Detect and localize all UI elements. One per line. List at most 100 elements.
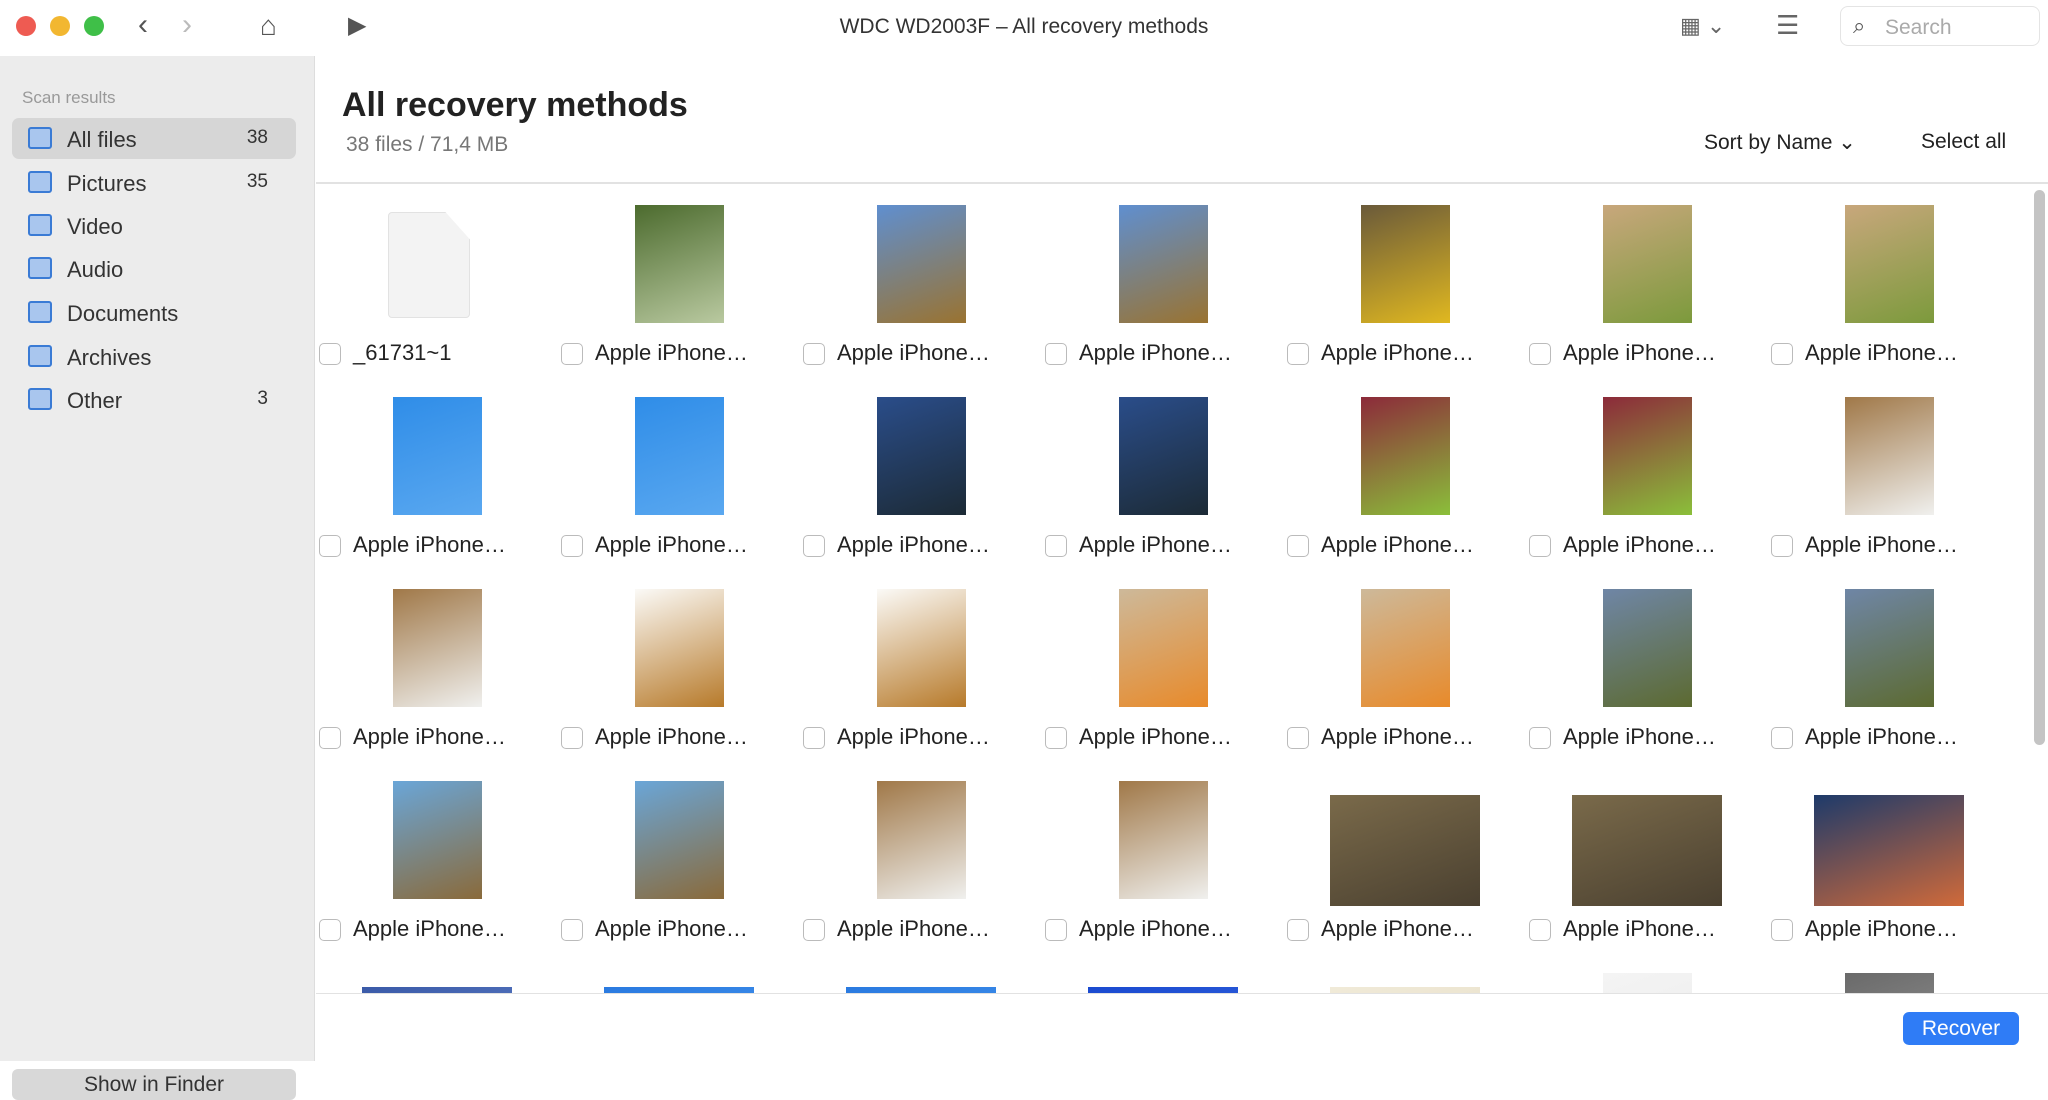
- file-item[interactable]: Apple iPhone…: [1042, 569, 1284, 761]
- file-checkbox[interactable]: [1045, 535, 1067, 557]
- file-checkbox[interactable]: [561, 919, 583, 941]
- recover-button[interactable]: Recover: [1903, 1012, 2019, 1045]
- file-checkbox[interactable]: [1287, 727, 1309, 749]
- file-checkbox[interactable]: [803, 535, 825, 557]
- file-item[interactable]: Apple iPhone…: [1526, 377, 1768, 569]
- file-grid: _61731~1 Apple iPhone… Apple iPhone… Apple …: [316, 185, 2032, 993]
- file-item[interactable]: Apple iPhone…: [1284, 761, 1526, 953]
- file-item[interactable]: Apple iPhone…: [800, 569, 1042, 761]
- file-checkbox[interactable]: [319, 727, 341, 749]
- file-item[interactable]: [316, 953, 558, 993]
- file-item[interactable]: Apple iPhone…: [1526, 761, 1768, 953]
- file-item[interactable]: Apple iPhone…: [800, 761, 1042, 953]
- file-item[interactable]: Apple iPhone…: [1526, 185, 1768, 377]
- file-item[interactable]: Apple iPhone…: [558, 569, 800, 761]
- show-in-finder-button[interactable]: Show in Finder: [12, 1069, 296, 1100]
- file-checkbox[interactable]: [319, 919, 341, 941]
- sidebar-item-all-files[interactable]: All files 38: [12, 118, 296, 159]
- file-item[interactable]: Apple iPhone…: [1284, 569, 1526, 761]
- film-icon: [28, 214, 52, 236]
- photo-thumbnail: [1119, 397, 1208, 515]
- file-checkbox[interactable]: [1529, 919, 1551, 941]
- divider: [316, 182, 2048, 184]
- file-checkbox[interactable]: [561, 727, 583, 749]
- search-input[interactable]: ⌕ Search: [1840, 6, 2040, 46]
- file-checkbox[interactable]: [561, 343, 583, 365]
- sidebar-item-label: Audio: [67, 257, 124, 282]
- file-checkbox[interactable]: [1529, 535, 1551, 557]
- file-checkbox[interactable]: [1771, 727, 1793, 749]
- photo-thumbnail: [1330, 795, 1480, 906]
- file-name: Apple iPhone…: [837, 340, 990, 365]
- file-checkbox[interactable]: [1045, 343, 1067, 365]
- view-mode-icon[interactable]: ▦ ⌄: [1680, 13, 1725, 39]
- sidebar-item-video[interactable]: Video: [12, 205, 296, 246]
- photo-thumbnail: [635, 589, 724, 707]
- sidebar-item-label: All files: [67, 127, 137, 152]
- file-checkbox[interactable]: [319, 535, 341, 557]
- file-checkbox[interactable]: [803, 919, 825, 941]
- file-item[interactable]: Apple iPhone…: [1768, 569, 2010, 761]
- scrollbar[interactable]: [2034, 190, 2045, 745]
- photo-thumbnail: [635, 397, 724, 515]
- sidebar-item-other[interactable]: Other 3: [12, 379, 296, 420]
- file-item[interactable]: _61731~1: [316, 185, 558, 377]
- file-checkbox[interactable]: [1045, 919, 1067, 941]
- file-checkbox[interactable]: [1771, 343, 1793, 365]
- file-item[interactable]: Apple iPhone…: [1042, 185, 1284, 377]
- file-item[interactable]: Apple iPhone…: [1526, 569, 1768, 761]
- sidebar-item-label: Video: [67, 214, 123, 239]
- file-item[interactable]: Apple iPhone…: [316, 569, 558, 761]
- file-item[interactable]: Apple iPhone…: [558, 761, 800, 953]
- file-item[interactable]: [1042, 953, 1284, 993]
- stack-icon: [28, 127, 52, 149]
- file-item[interactable]: Apple iPhone…: [1284, 185, 1526, 377]
- file-checkbox[interactable]: [803, 343, 825, 365]
- file-item[interactable]: [1284, 953, 1526, 993]
- file-checkbox[interactable]: [319, 343, 341, 365]
- sidebar-item-audio[interactable]: Audio: [12, 248, 296, 289]
- file-checkbox[interactable]: [1287, 535, 1309, 557]
- file-name: Apple iPhone…: [837, 532, 990, 557]
- sidebar-item-documents[interactable]: Documents: [12, 292, 296, 333]
- file-checkbox[interactable]: [1529, 343, 1551, 365]
- photo-thumbnail: [393, 781, 482, 899]
- file-item[interactable]: Apple iPhone…: [800, 185, 1042, 377]
- file-item[interactable]: Apple iPhone…: [558, 377, 800, 569]
- file-name: Apple iPhone…: [1805, 532, 1958, 557]
- file-item[interactable]: Apple iPhone…: [316, 377, 558, 569]
- file-item[interactable]: Apple iPhone…: [1768, 185, 2010, 377]
- file-checkbox[interactable]: [1529, 727, 1551, 749]
- filter-sliders-icon[interactable]: ☰: [1776, 10, 1799, 41]
- file-item[interactable]: [1768, 953, 2010, 993]
- photo-thumbnail: [1845, 973, 1934, 993]
- file-item[interactable]: [1526, 953, 1768, 993]
- sidebar-item-archives[interactable]: Archives: [12, 336, 296, 377]
- file-checkbox[interactable]: [1045, 727, 1067, 749]
- file-item[interactable]: Apple iPhone…: [1042, 377, 1284, 569]
- file-item[interactable]: Apple iPhone…: [558, 185, 800, 377]
- file-item[interactable]: Apple iPhone…: [1768, 761, 2010, 953]
- file-name: Apple iPhone…: [1321, 724, 1474, 749]
- select-all-button[interactable]: Select all: [1921, 130, 2006, 154]
- sort-dropdown[interactable]: Sort by Name ⌄: [1704, 130, 1856, 155]
- file-item[interactable]: [558, 953, 800, 993]
- file-item[interactable]: Apple iPhone…: [1768, 377, 2010, 569]
- sidebar-item-pictures[interactable]: Pictures 35: [12, 162, 296, 203]
- photo-thumbnail: [1119, 589, 1208, 707]
- sort-label: Sort by Name: [1704, 131, 1833, 154]
- file-checkbox[interactable]: [803, 727, 825, 749]
- file-name: Apple iPhone…: [353, 916, 506, 941]
- file-checkbox[interactable]: [1771, 919, 1793, 941]
- file-checkbox[interactable]: [561, 535, 583, 557]
- file-checkbox[interactable]: [1287, 343, 1309, 365]
- file-name: _61731~1: [353, 340, 452, 365]
- file-name: Apple iPhone…: [1079, 340, 1232, 365]
- file-item[interactable]: Apple iPhone…: [1042, 761, 1284, 953]
- file-checkbox[interactable]: [1287, 919, 1309, 941]
- file-item[interactable]: [800, 953, 1042, 993]
- file-checkbox[interactable]: [1771, 535, 1793, 557]
- file-item[interactable]: Apple iPhone…: [1284, 377, 1526, 569]
- file-item[interactable]: Apple iPhone…: [316, 761, 558, 953]
- file-item[interactable]: Apple iPhone…: [800, 377, 1042, 569]
